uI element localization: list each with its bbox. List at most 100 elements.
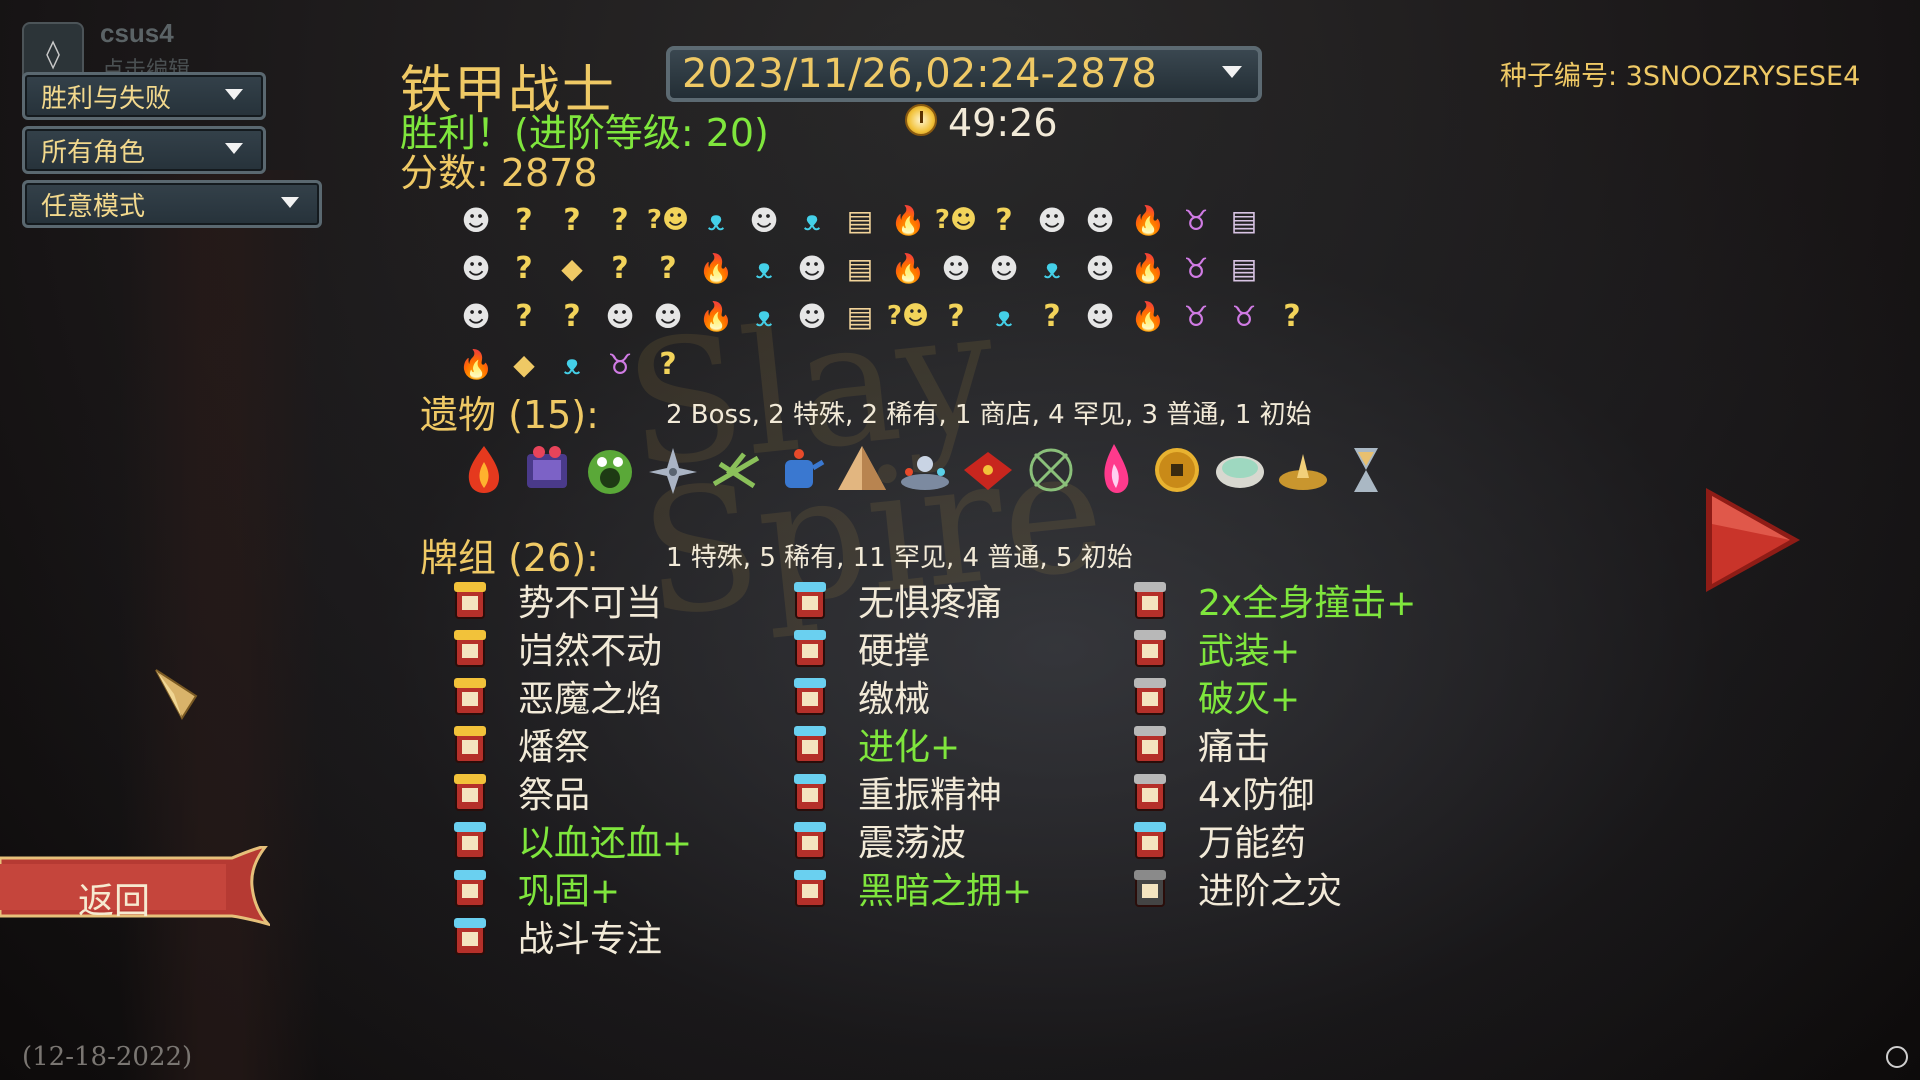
path-monster-icon[interactable]: ☻: [452, 196, 500, 244]
deck-card[interactable]: 重振精神: [792, 768, 1002, 816]
path-monster-icon[interactable]: ☻: [596, 292, 644, 340]
path-elite-icon[interactable]: ᴥ: [692, 196, 740, 244]
deck-card[interactable]: 2x全身撞击+: [1132, 576, 1416, 624]
path-monster-icon[interactable]: ☻: [788, 292, 836, 340]
path-treasure-icon[interactable]: ▤: [836, 196, 884, 244]
deck-card[interactable]: 武装+: [1132, 624, 1300, 672]
path-boss-icon[interactable]: ♉: [1172, 292, 1220, 340]
relic-pyramid-icon[interactable]: [830, 438, 893, 501]
path-unknown-icon[interactable]: ?: [548, 196, 596, 244]
path-unknown-icon[interactable]: ?: [500, 244, 548, 292]
path-monster-icon[interactable]: ☻: [980, 244, 1028, 292]
deck-card[interactable]: 进阶之灾: [1132, 864, 1342, 912]
path-elite-icon[interactable]: ᴥ: [980, 292, 1028, 340]
relic-shell-icon[interactable]: [1208, 438, 1271, 501]
path-shop-icon[interactable]: ◆: [500, 340, 548, 388]
path-elite-icon[interactable]: ᴥ: [1028, 244, 1076, 292]
deck-card[interactable]: 巩固+: [452, 864, 620, 912]
next-run-arrow-button[interactable]: [1700, 484, 1806, 596]
path-rest-icon[interactable]: 🔥: [884, 196, 932, 244]
path-rest-icon[interactable]: 🔥: [1124, 196, 1172, 244]
path-monster-icon[interactable]: ☻: [644, 292, 692, 340]
relic-runic-cube-icon[interactable]: [515, 438, 578, 501]
relic-twigs-icon[interactable]: [704, 438, 767, 501]
path-unknown-monster-icon[interactable]: ?☻: [932, 196, 980, 244]
path-rest-icon[interactable]: 🔥: [692, 244, 740, 292]
deck-card[interactable]: 祭品: [452, 768, 590, 816]
path-unknown-monster-icon[interactable]: ?☻: [644, 196, 692, 244]
path-monster-icon[interactable]: ☻: [1028, 196, 1076, 244]
relic-hourglass-icon[interactable]: [1334, 438, 1397, 501]
path-unknown-icon[interactable]: ?: [500, 196, 548, 244]
relic-kettle-icon[interactable]: [767, 438, 830, 501]
path-unknown-icon[interactable]: ?: [500, 292, 548, 340]
path-monster-icon[interactable]: ☻: [452, 292, 500, 340]
deck-card[interactable]: 震荡波: [792, 816, 966, 864]
deck-card[interactable]: 恶魔之焰: [452, 672, 662, 720]
deck-card[interactable]: 岿然不动: [452, 624, 662, 672]
path-boss-icon[interactable]: ♉: [1172, 244, 1220, 292]
path-boss-icon[interactable]: ♉: [1172, 196, 1220, 244]
path-monster-icon[interactable]: ☻: [932, 244, 980, 292]
character-filter-dropdown[interactable]: 所有角色: [22, 126, 266, 174]
path-treasure-icon[interactable]: ▤: [836, 292, 884, 340]
run-selector-dropdown[interactable]: 2023/11/26,02:24-2878: [666, 46, 1262, 102]
deck-card[interactable]: 硬撑: [792, 624, 930, 672]
path-rest-icon[interactable]: 🔥: [1124, 244, 1172, 292]
deck-card[interactable]: 痛击: [1132, 720, 1270, 768]
relic-crimson-fire-icon[interactable]: [1082, 438, 1145, 501]
relic-ancient-coin-icon[interactable]: [1145, 438, 1208, 501]
path-unknown-icon[interactable]: ?: [644, 244, 692, 292]
deck-card[interactable]: 万能药: [1132, 816, 1306, 864]
relic-burning-blood-icon[interactable]: [452, 438, 515, 501]
path-monster-icon[interactable]: ☻: [788, 244, 836, 292]
path-monster-icon[interactable]: ☻: [1076, 244, 1124, 292]
path-monster-icon[interactable]: ☻: [740, 196, 788, 244]
relic-clover-web-icon[interactable]: [1019, 438, 1082, 501]
path-unknown-icon[interactable]: ?: [596, 244, 644, 292]
relic-pillow-icon[interactable]: [956, 438, 1019, 501]
path-unknown-monster-icon[interactable]: ?☻: [884, 292, 932, 340]
path-unknown-icon[interactable]: ?: [548, 292, 596, 340]
path-unknown-icon[interactable]: ?: [1028, 292, 1076, 340]
path-rest-icon[interactable]: 🔥: [884, 244, 932, 292]
path-elite-icon[interactable]: ᴥ: [788, 196, 836, 244]
path-unknown-icon[interactable]: ?: [932, 292, 980, 340]
settings-corner-icon[interactable]: [1886, 1046, 1908, 1068]
path-rest-icon[interactable]: 🔥: [692, 292, 740, 340]
path-monster-icon[interactable]: ☻: [1076, 196, 1124, 244]
relic-membership-frog-icon[interactable]: [578, 438, 641, 501]
deck-card[interactable]: 4x防御: [1132, 768, 1314, 816]
path-shop-icon[interactable]: ◆: [548, 244, 596, 292]
path-unknown-icon[interactable]: ?: [644, 340, 692, 388]
path-rest-icon[interactable]: 🔥: [1124, 292, 1172, 340]
deck-card[interactable]: 燔祭: [452, 720, 590, 768]
path-boss-icon[interactable]: ♉: [596, 340, 644, 388]
path-elite-icon[interactable]: ᴥ: [740, 244, 788, 292]
path-unknown-icon[interactable]: ?: [1268, 292, 1316, 340]
relic-sundial-icon[interactable]: [1271, 438, 1334, 501]
relic-orrery-icon[interactable]: [893, 438, 956, 501]
path-unknown-icon[interactable]: ?: [980, 196, 1028, 244]
deck-card[interactable]: 战斗专注: [452, 912, 662, 960]
deck-card[interactable]: 缴械: [792, 672, 930, 720]
path-chest-icon[interactable]: ▤: [1220, 244, 1268, 292]
mode-filter-dropdown[interactable]: 任意模式: [22, 180, 322, 228]
deck-card[interactable]: 以血还血+: [452, 816, 692, 864]
path-monster-icon[interactable]: ☻: [1076, 292, 1124, 340]
path-boss-icon[interactable]: ♉: [1220, 292, 1268, 340]
path-elite-icon[interactable]: ᴥ: [740, 292, 788, 340]
relic-shuriken-icon[interactable]: [641, 438, 704, 501]
path-treasure-icon[interactable]: ▤: [836, 244, 884, 292]
deck-card[interactable]: 无惧疼痛: [792, 576, 1002, 624]
deck-card[interactable]: 进化+: [792, 720, 960, 768]
deck-card[interactable]: 势不可当: [452, 576, 662, 624]
path-chest-icon[interactable]: ▤: [1220, 196, 1268, 244]
path-unknown-icon[interactable]: ?: [596, 196, 644, 244]
outcome-filter-dropdown[interactable]: 胜利与失败: [22, 72, 266, 120]
path-rest-icon[interactable]: 🔥: [452, 340, 500, 388]
deck-card[interactable]: 黑暗之拥+: [792, 864, 1032, 912]
deck-card[interactable]: 破灭+: [1132, 672, 1300, 720]
path-elite-icon[interactable]: ᴥ: [548, 340, 596, 388]
path-monster-icon[interactable]: ☻: [452, 244, 500, 292]
